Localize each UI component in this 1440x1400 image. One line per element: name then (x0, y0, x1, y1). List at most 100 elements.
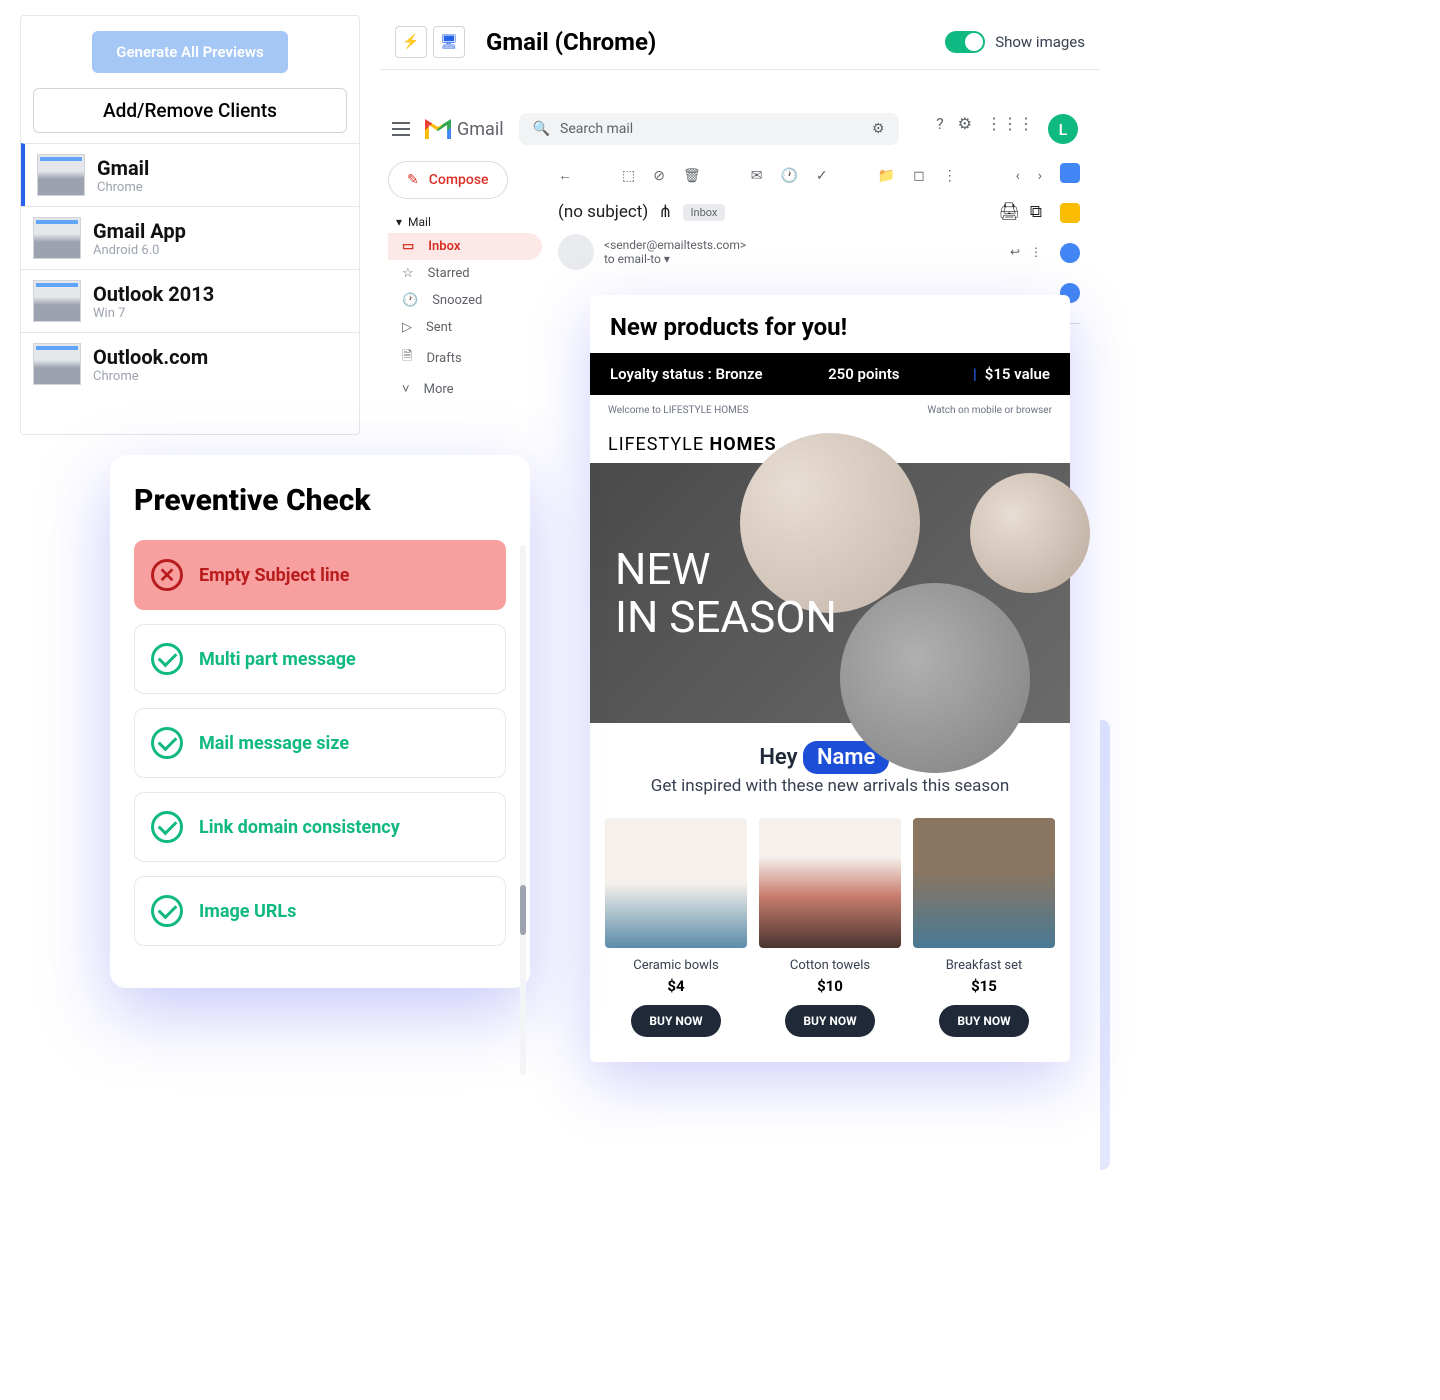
tasks-icon[interactable] (1060, 243, 1080, 263)
send-icon: ▷ (402, 320, 412, 335)
product-name: Breakfast set (913, 958, 1055, 973)
product-image (913, 818, 1055, 948)
email-title: New products for you! (590, 295, 1070, 353)
filter-icon[interactable]: ⚙ (872, 121, 885, 137)
add-remove-clients-button[interactable]: Add/Remove Clients (33, 88, 347, 133)
loyalty-status: Loyalty status : Bronze (610, 365, 763, 383)
keep-icon[interactable] (1060, 203, 1080, 223)
buy-button[interactable]: BUY NOW (785, 1005, 874, 1037)
compose-button[interactable]: ✎Compose (388, 161, 508, 199)
settings-icon[interactable]: ⚙ (958, 114, 972, 144)
client-name: Gmail App (93, 219, 186, 243)
product-card: Cotton towels $10 BUY NOW (759, 818, 901, 1037)
important-icon[interactable]: ⋔ (658, 202, 672, 222)
success-icon (151, 727, 183, 759)
check-item-ok[interactable]: Image URLs (134, 876, 506, 946)
search-input[interactable]: 🔍Search mail⚙ (519, 113, 899, 145)
popout-icon[interactable]: ⧉ (1030, 202, 1042, 222)
spam-icon[interactable]: ⊘ (653, 168, 665, 184)
success-icon (151, 643, 183, 675)
client-thumbnail (33, 343, 81, 385)
buy-button[interactable]: BUY NOW (939, 1005, 1028, 1037)
scrollbar-thumb[interactable] (520, 885, 526, 935)
check-label: Empty Subject line (199, 565, 349, 586)
more-icon[interactable]: ⋮ (1030, 245, 1042, 259)
main-header: ⚡ 🖥 Gmail (Chrome) Show images (380, 15, 1100, 70)
product-name: Cotton towels (759, 958, 901, 973)
subtitle: Get inspired with these new arrivals thi… (590, 776, 1070, 818)
move-icon[interactable]: 📁 (878, 168, 895, 184)
client-sub: Chrome (97, 180, 149, 195)
unread-icon[interactable]: ✉ (751, 168, 763, 184)
nav-starred[interactable]: ☆Starred (388, 260, 542, 287)
check-label: Image URLs (199, 901, 296, 922)
check-item-ok[interactable]: Link domain consistency (134, 792, 506, 862)
recipient[interactable]: to email-to ▾ (604, 252, 746, 266)
inbox-tag[interactable]: Inbox (683, 204, 726, 221)
show-images-toggle[interactable] (945, 31, 985, 53)
generate-previews-button[interactable]: Generate All Previews (92, 31, 287, 73)
product-price: $15 (913, 977, 1055, 995)
snooze-icon[interactable]: 🕐 (780, 168, 797, 184)
client-item-outlook-2013[interactable]: Outlook 2013Win 7 (21, 269, 359, 332)
menu-icon[interactable] (392, 122, 410, 136)
back-icon[interactable]: ← (558, 167, 572, 184)
label-icon[interactable]: ◻ (913, 168, 925, 184)
draft-icon: 🗎 (402, 347, 412, 369)
chevron-down-icon: ▾ (396, 215, 402, 229)
chevron-down-icon: ˅ (402, 381, 410, 397)
more-icon[interactable]: ⋮ (943, 168, 957, 184)
client-thumbnail (37, 154, 85, 196)
product-image (759, 818, 901, 948)
gmail-logo: Gmail (425, 119, 504, 140)
product-name: Ceramic bowls (605, 958, 747, 973)
nav-drafts[interactable]: 🗎Drafts (388, 341, 542, 375)
show-images-label: Show images (995, 33, 1085, 51)
archive-icon[interactable]: ⬚ (622, 168, 635, 184)
lightning-icon[interactable]: ⚡ (395, 26, 427, 58)
check-item-error[interactable]: ✕ Empty Subject line (134, 540, 506, 610)
client-sub: Chrome (93, 369, 208, 384)
product-price: $10 (759, 977, 901, 995)
desktop-icon[interactable]: 🖥 (433, 26, 465, 58)
check-label: Mail message size (199, 733, 349, 754)
apps-icon[interactable]: ⋮⋮⋮ (986, 114, 1034, 144)
client-name: Outlook 2013 (93, 282, 214, 306)
calendar-icon[interactable] (1060, 163, 1080, 183)
task-icon[interactable]: ✓ (816, 168, 828, 184)
check-item-ok[interactable]: Mail message size (134, 708, 506, 778)
client-item-gmail-app[interactable]: Gmail AppAndroid 6.0 (21, 206, 359, 269)
delete-icon[interactable]: 🗑 (683, 168, 701, 184)
nav-more[interactable]: ˅More (388, 375, 542, 403)
client-sub: Android 6.0 (93, 243, 186, 258)
loyalty-points: 250 points (828, 365, 899, 383)
nav-sent[interactable]: ▷Sent (388, 314, 542, 341)
help-icon[interactable]: ? (936, 114, 944, 144)
client-thumbnail (33, 280, 81, 322)
client-item-outlook-com[interactable]: Outlook.comChrome (21, 332, 359, 395)
print-icon[interactable]: 🖨 (998, 202, 1020, 222)
product-card: Breakfast set $15 BUY NOW (913, 818, 1055, 1037)
product-image (605, 818, 747, 948)
prev-icon[interactable]: ‹ (1016, 168, 1020, 184)
nav-inbox[interactable]: ▭Inbox (388, 233, 542, 260)
sender-avatar (558, 234, 594, 270)
mail-section[interactable]: ▾Mail (388, 211, 542, 233)
client-item-gmail[interactable]: GmailChrome (21, 143, 359, 206)
next-icon[interactable]: › (1038, 168, 1042, 184)
reply-icon[interactable]: ↩ (1010, 245, 1020, 259)
gmail-toolbar: ← ⬚ ⊘ 🗑 ✉ 🕐 ✓ 📁 ◻ ⋮ ‹ › (558, 161, 1042, 190)
avatar[interactable]: L (1048, 114, 1078, 144)
nav-snoozed[interactable]: 🕐Snoozed (388, 287, 542, 314)
check-label: Link domain consistency (199, 817, 400, 838)
welcome-text: Welcome to LIFESTYLE HOMES (608, 405, 749, 416)
check-item-ok[interactable]: Multi part message (134, 624, 506, 694)
pencil-icon: ✎ (407, 172, 419, 188)
buy-button[interactable]: BUY NOW (631, 1005, 720, 1037)
client-sub: Win 7 (93, 306, 214, 321)
email-preview: New products for you! Loyalty status : B… (590, 295, 1070, 1062)
clients-sidebar: Generate All Previews Add/Remove Clients… (20, 15, 360, 435)
preventive-check-panel: Preventive Check ✕ Empty Subject line Mu… (110, 455, 530, 988)
client-thumbnail (33, 217, 81, 259)
inbox-icon: ▭ (402, 239, 414, 254)
